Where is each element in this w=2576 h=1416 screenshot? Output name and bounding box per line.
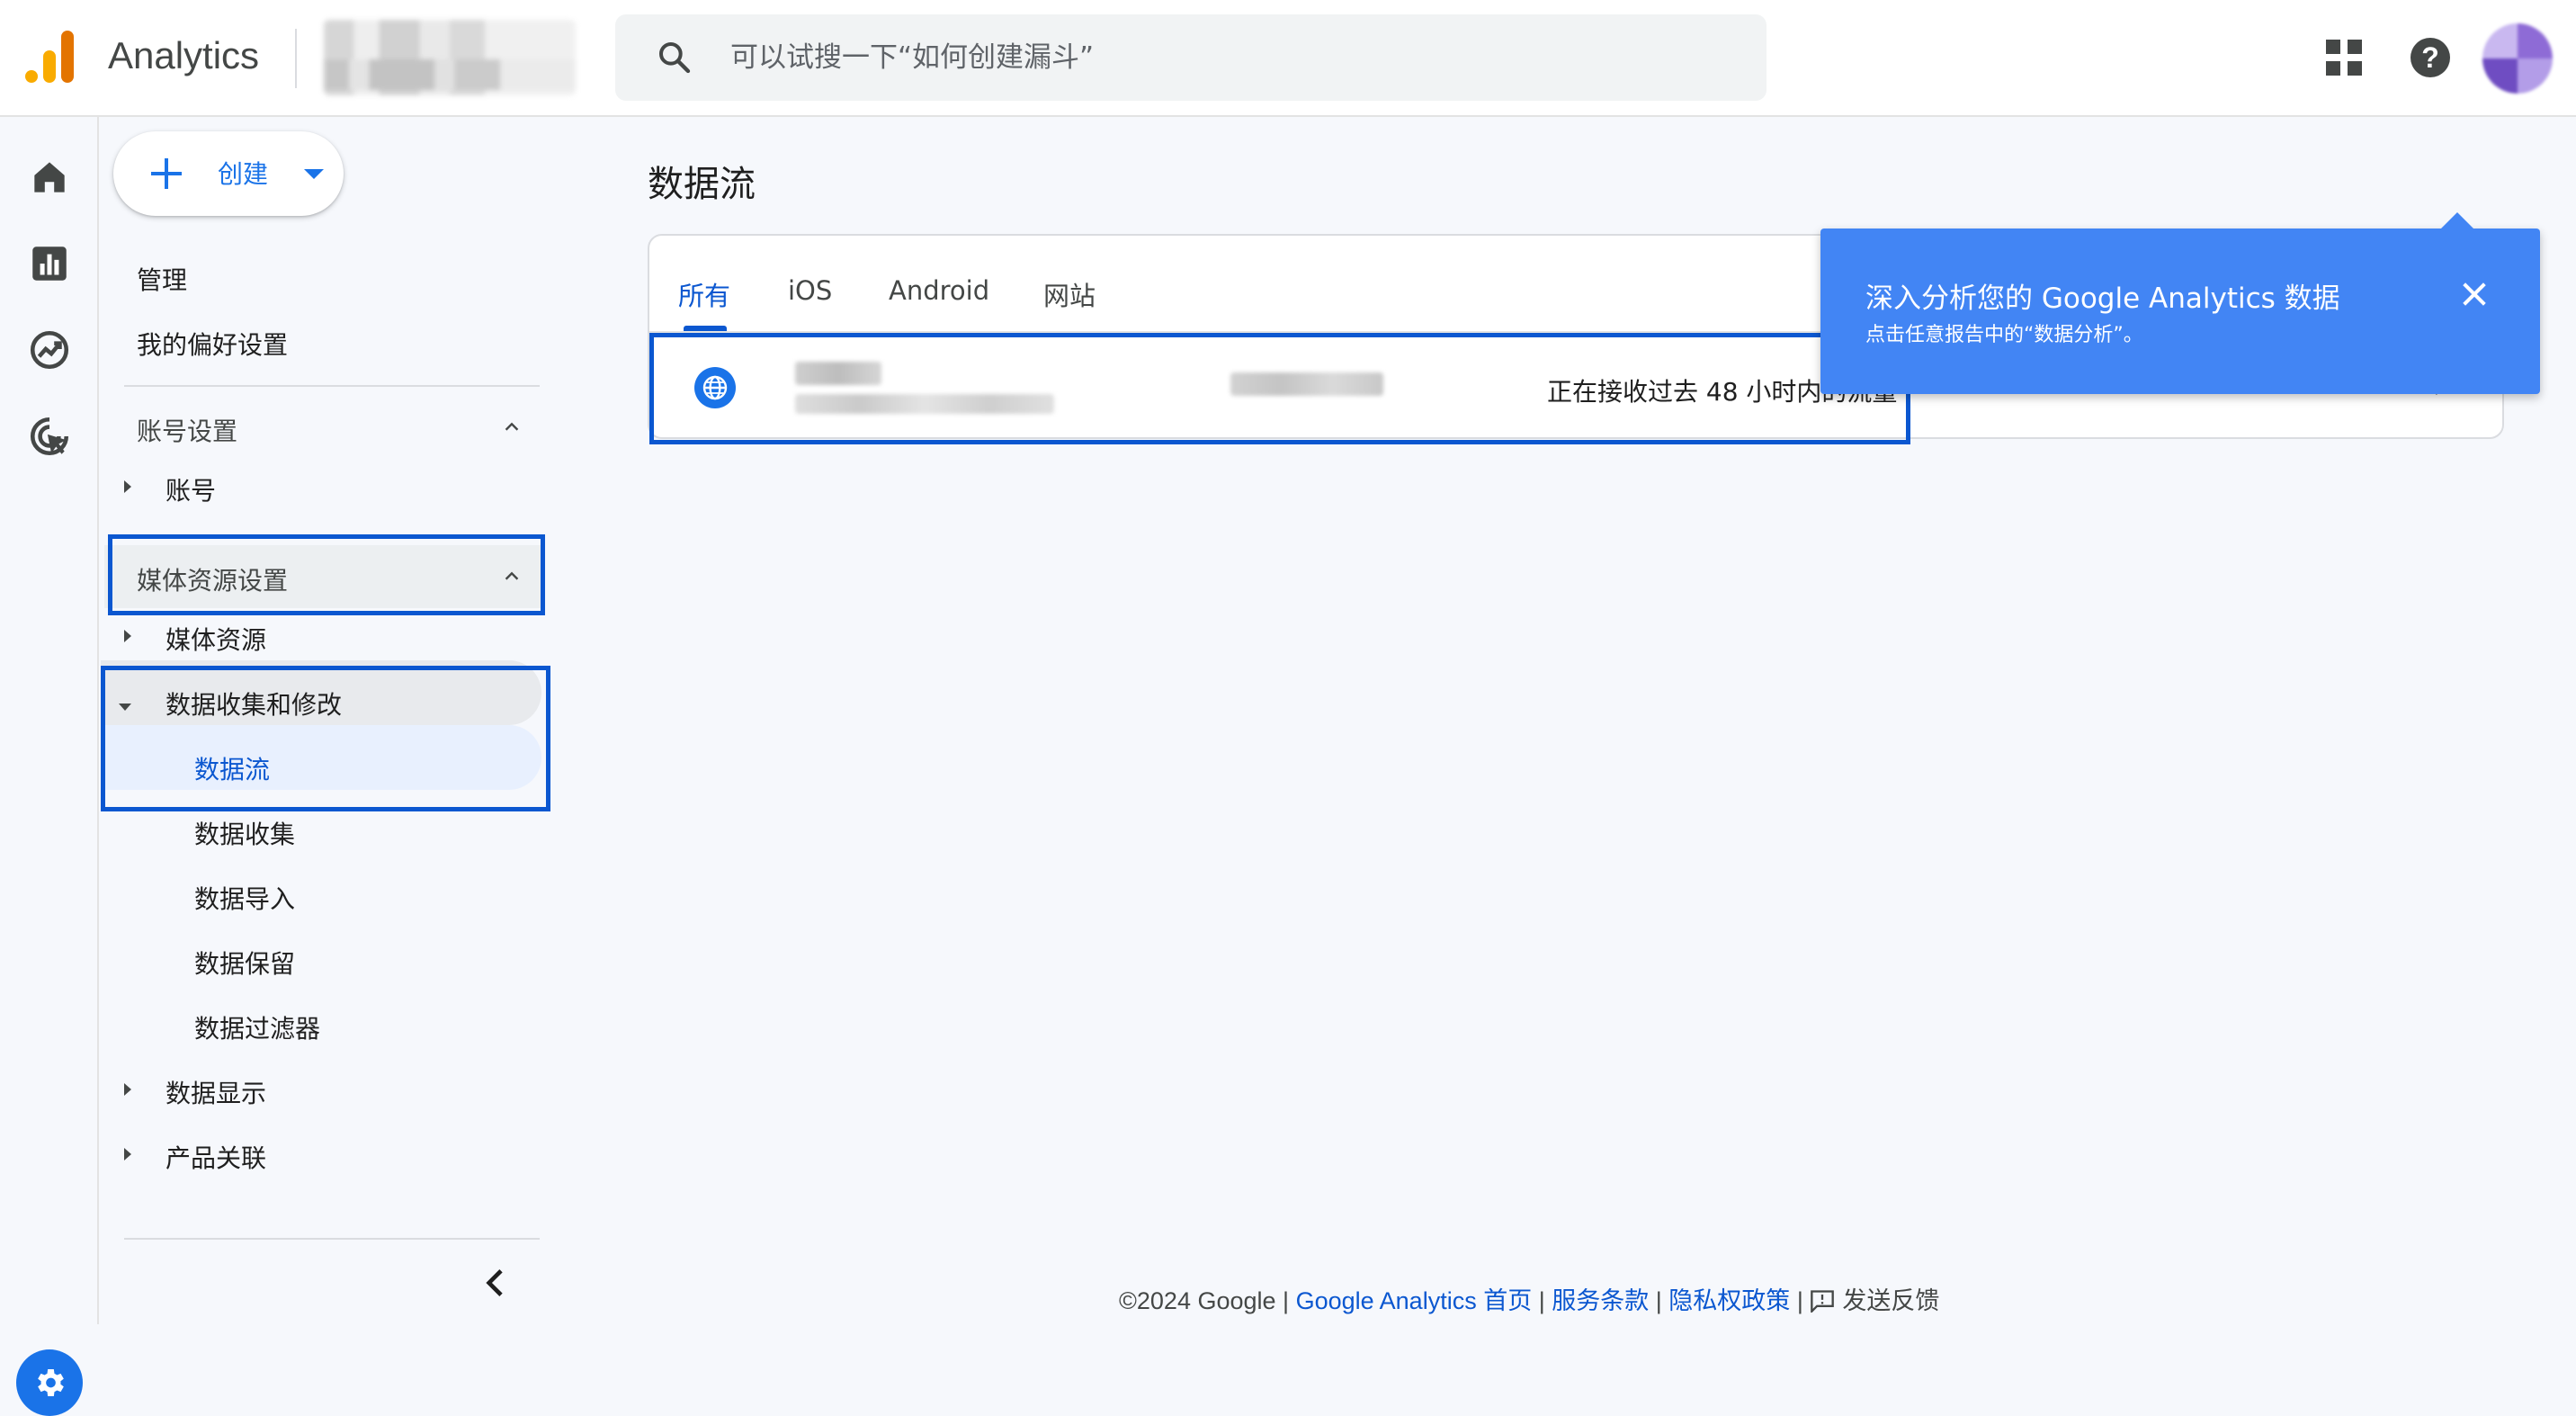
search-icon (659, 42, 691, 74)
home-icon[interactable] (27, 155, 72, 200)
account-settings-header[interactable]: 账号设置 (104, 396, 549, 459)
privacy-link[interactable]: 隐私权政策 (1668, 1287, 1790, 1314)
nav-preferences[interactable]: 我的偏好设置 (137, 326, 288, 362)
app-title[interactable]: Analytics (108, 34, 259, 77)
chevron-down-icon (304, 169, 324, 179)
nav-item-label: 账号 (165, 476, 217, 506)
create-button[interactable]: 创建 (113, 131, 344, 216)
copyright: ©2024 Google (1119, 1287, 1276, 1314)
footer-separator: | (1538, 1287, 1545, 1314)
nav-item-label: 媒体资源 (165, 625, 267, 655)
footer: ©2024 Google | Google Analytics 首页 | 服务条… (1119, 1281, 1939, 1316)
avatar[interactable] (2482, 23, 2553, 94)
feedback-label: 发送反馈 (1842, 1287, 1940, 1314)
advertising-icon[interactable] (27, 414, 72, 459)
feedback-button[interactable]: 发送反馈 (1810, 1287, 1939, 1314)
page-title: 数据流 (648, 164, 756, 205)
tab-ios[interactable]: iOS (788, 275, 832, 306)
close-icon[interactable] (2459, 279, 2490, 309)
nav-item-data-import[interactable]: 数据导入 (194, 880, 295, 916)
nav-item-label: 产品关联 (165, 1143, 267, 1173)
tooltip-title: 深入分析您的 Google Analytics 数据 (1865, 282, 2340, 315)
reports-icon[interactable] (27, 241, 72, 286)
chevron-left-icon[interactable] (479, 1265, 514, 1301)
explore-tip-popover: 深入分析您的 Google Analytics 数据 点击任意报告中的“数据分析… (1820, 212, 2540, 394)
annotation-box (649, 333, 1910, 444)
chevron-up-icon (505, 422, 519, 431)
nav-item-label: 数据显示 (165, 1079, 267, 1108)
tooltip-subtitle: 点击任意报告中的“数据分析”。 (1865, 324, 2143, 346)
top-app-bar: Analytics ? (0, 0, 2576, 117)
footer-separator: | (1283, 1287, 1290, 1314)
divider (124, 1238, 540, 1240)
expand-arrow-icon (124, 480, 131, 493)
analytics-logo-icon[interactable] (25, 31, 76, 83)
nav-item-data-filters[interactable]: 数据过滤器 (194, 1009, 320, 1045)
tab-web[interactable]: 网站 (1043, 275, 1096, 313)
expand-arrow-icon (124, 1148, 131, 1161)
left-nav-rail (0, 117, 99, 1416)
terms-link[interactable]: 服务条款 (1552, 1287, 1649, 1314)
expand-arrow-icon (124, 1083, 131, 1096)
feedback-icon (1811, 1290, 1835, 1313)
admin-settings-button[interactable] (16, 1349, 83, 1416)
gear-icon (38, 1369, 64, 1396)
apps-grid-icon[interactable] (2326, 40, 2362, 76)
nav-admin[interactable]: 管理 (137, 261, 187, 297)
create-label: 创建 (218, 159, 269, 189)
expand-arrow-icon (124, 630, 131, 642)
footer-separator: | (1796, 1287, 1803, 1314)
section-title: 账号设置 (137, 417, 238, 446)
annotation-box (101, 666, 550, 811)
account-selector[interactable] (324, 20, 576, 95)
divider (124, 385, 540, 387)
admin-nav-panel: 创建 管理 我的偏好设置 账号设置 账号 媒体资源设置 媒体资源 数据收集和修改… (101, 117, 550, 1324)
plus-icon (149, 157, 183, 191)
search-input[interactable] (730, 14, 1720, 101)
home-link[interactable]: Google Analytics 首页 (1296, 1287, 1533, 1314)
search-bar[interactable] (615, 14, 1767, 101)
divider (295, 29, 297, 88)
nav-item-data-retention[interactable]: 数据保留 (194, 945, 295, 981)
footer-separator: | (1655, 1287, 1662, 1314)
help-icon[interactable]: ? (2411, 38, 2450, 77)
explore-icon[interactable] (27, 327, 72, 372)
tab-all[interactable]: 所有 (678, 275, 730, 313)
annotation-box (108, 534, 545, 615)
tab-android[interactable]: Android (889, 275, 989, 306)
nav-item-data-collection[interactable]: 数据收集 (194, 815, 295, 851)
